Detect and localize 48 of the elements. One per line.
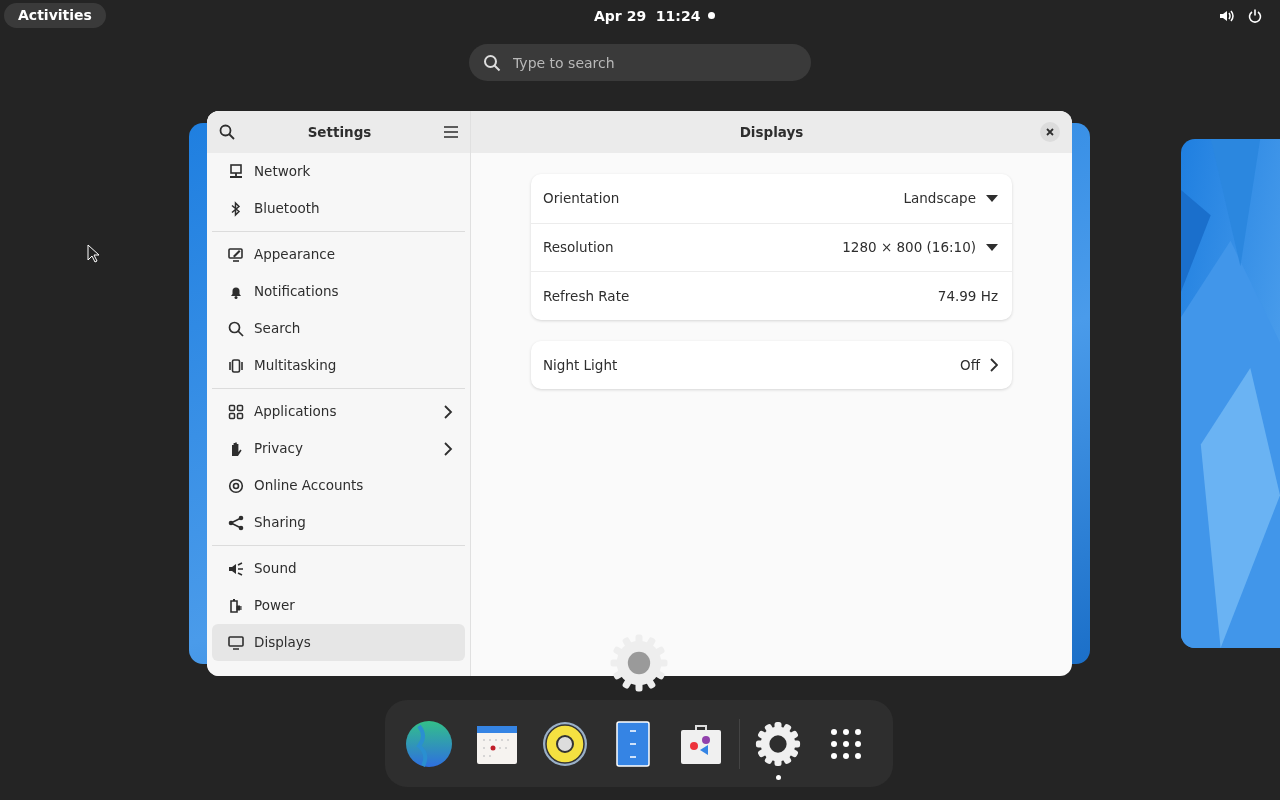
globe-icon[interactable] bbox=[405, 719, 453, 768]
battery-plug-icon bbox=[228, 597, 244, 614]
search-field[interactable]: Type to search bbox=[469, 44, 811, 81]
search-button[interactable] bbox=[219, 124, 235, 140]
sidebar-item[interactable]: Online Accounts bbox=[212, 467, 465, 504]
close-button[interactable] bbox=[1040, 122, 1060, 142]
sidebar-item[interactable]: Power bbox=[212, 587, 465, 624]
menu-icon bbox=[444, 126, 458, 138]
volume-icon[interactable] bbox=[1218, 8, 1234, 24]
network-icon bbox=[228, 163, 244, 180]
dropdown-arrow-icon bbox=[986, 194, 998, 202]
sidebar-item[interactable]: Appearance bbox=[212, 236, 465, 273]
window-title: Displays bbox=[739, 122, 804, 142]
close-icon bbox=[1046, 128, 1054, 136]
multitasking-icon bbox=[228, 357, 244, 374]
search-icon bbox=[228, 320, 244, 337]
speaker-icon bbox=[228, 560, 244, 577]
chevron-right-icon bbox=[990, 357, 998, 372]
appearance-icon bbox=[228, 246, 244, 263]
dropdown-arrow-icon bbox=[986, 243, 998, 251]
activities-button[interactable]: Activities bbox=[4, 3, 106, 28]
at-sign-icon bbox=[228, 477, 244, 494]
search-icon bbox=[219, 124, 235, 140]
sidebar-item[interactable]: Network bbox=[212, 153, 465, 190]
sidebar-item[interactable]: Privacy bbox=[212, 430, 465, 467]
speaker-icon[interactable] bbox=[541, 719, 589, 768]
sidebar-item[interactable]: Sharing bbox=[212, 504, 465, 541]
cursor-icon bbox=[87, 244, 99, 263]
clock[interactable]: Apr 29 11:24 bbox=[594, 6, 701, 27]
sidebar-item[interactable]: Applications bbox=[212, 393, 465, 430]
grid-icon bbox=[228, 403, 244, 420]
settings-row[interactable]: Orientation Landscape bbox=[531, 174, 1012, 223]
settings-row[interactable]: Resolution 1280 × 800 (16:10) bbox=[531, 222, 1012, 271]
share-icon bbox=[228, 514, 244, 531]
sidebar-title: Settings bbox=[307, 122, 372, 142]
sidebar-item[interactable]: Displays bbox=[212, 624, 465, 661]
sidebar-item[interactable]: Sound bbox=[212, 550, 465, 587]
sidebar-item[interactable]: Search bbox=[212, 310, 465, 347]
power-icon[interactable] bbox=[1247, 8, 1263, 24]
menu-button[interactable] bbox=[444, 126, 458, 138]
gear-icon[interactable] bbox=[754, 719, 802, 768]
settings-row: Refresh Rate 74.99 Hz bbox=[531, 271, 1012, 320]
sidebar-item[interactable]: Bluetooth bbox=[212, 190, 465, 227]
sidebar-item[interactable]: Multitasking bbox=[212, 347, 465, 384]
sidebar-item[interactable]: Notifications bbox=[212, 273, 465, 310]
display-icon bbox=[228, 634, 244, 651]
settings-row[interactable]: Night Light Off bbox=[531, 340, 1012, 389]
notification-dot-icon bbox=[708, 12, 715, 19]
